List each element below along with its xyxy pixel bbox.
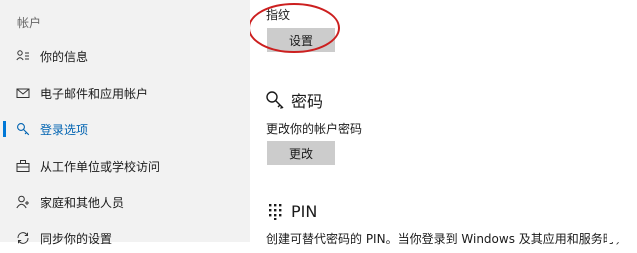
sidebar-item-label: 你的信息 <box>40 49 89 64</box>
sidebar-section-title: 帐户 <box>17 16 42 30</box>
sidebar-item-label: 家庭和其他人员 <box>40 195 125 210</box>
password-description: 更改你的帐户密码 <box>266 122 363 136</box>
fingerprint-label: 指纹 <box>266 8 291 22</box>
sidebar-item-sync-settings[interactable]: 同步你的设置 <box>0 223 250 253</box>
sidebar-item-sign-in-options[interactable]: 登录选项 <box>0 114 250 144</box>
sidebar-item-email-accounts[interactable]: 电子邮件和应用帐户 <box>0 78 250 108</box>
pin-description: 创建可替代密码的 PIN。当你登录到 Windows 及其应用和服务时， <box>266 232 627 246</box>
password-section-header: 密码 <box>264 88 323 112</box>
keypad-icon <box>264 200 286 222</box>
sidebar-item-your-info[interactable]: 你的信息 <box>0 41 250 71</box>
key-icon <box>264 89 286 111</box>
sidebar-item-label: 同步你的设置 <box>40 231 113 246</box>
key-icon <box>16 122 30 136</box>
sidebar-item-family-other-people[interactable]: 家庭和其他人员 <box>0 187 250 217</box>
envelope-icon <box>16 86 30 100</box>
sidebar-item-label: 从工作单位或学校访问 <box>40 159 161 174</box>
password-title: 密码 <box>291 92 324 111</box>
fingerprint-setup-button[interactable]: 设置 <box>267 28 335 52</box>
scrollbar-track[interactable] <box>607 0 637 242</box>
pin-section-header: PIN <box>264 200 317 222</box>
person-icon <box>16 195 30 209</box>
briefcase-icon <box>16 159 30 173</box>
sync-icon <box>16 231 30 245</box>
sign-in-options-content: 指纹 设置 密码 更改你的帐户密码 更改 PIN 创建可替代密码的 PIN。当你… <box>250 0 637 246</box>
sidebar-item-label: 电子邮件和应用帐户 <box>40 86 149 101</box>
sidebar-item-work-school-access[interactable]: 从工作单位或学校访问 <box>0 151 250 181</box>
person-card-icon <box>16 49 30 63</box>
settings-sidebar: 帐户 你的信息 电子邮件和应用帐户 登录选项 从工作单位或学校访问 家庭和其他人… <box>0 0 250 246</box>
change-password-button[interactable]: 更改 <box>267 141 335 165</box>
active-indicator <box>3 121 6 137</box>
pin-title: PIN <box>291 201 318 221</box>
sidebar-item-label: 登录选项 <box>40 122 89 137</box>
